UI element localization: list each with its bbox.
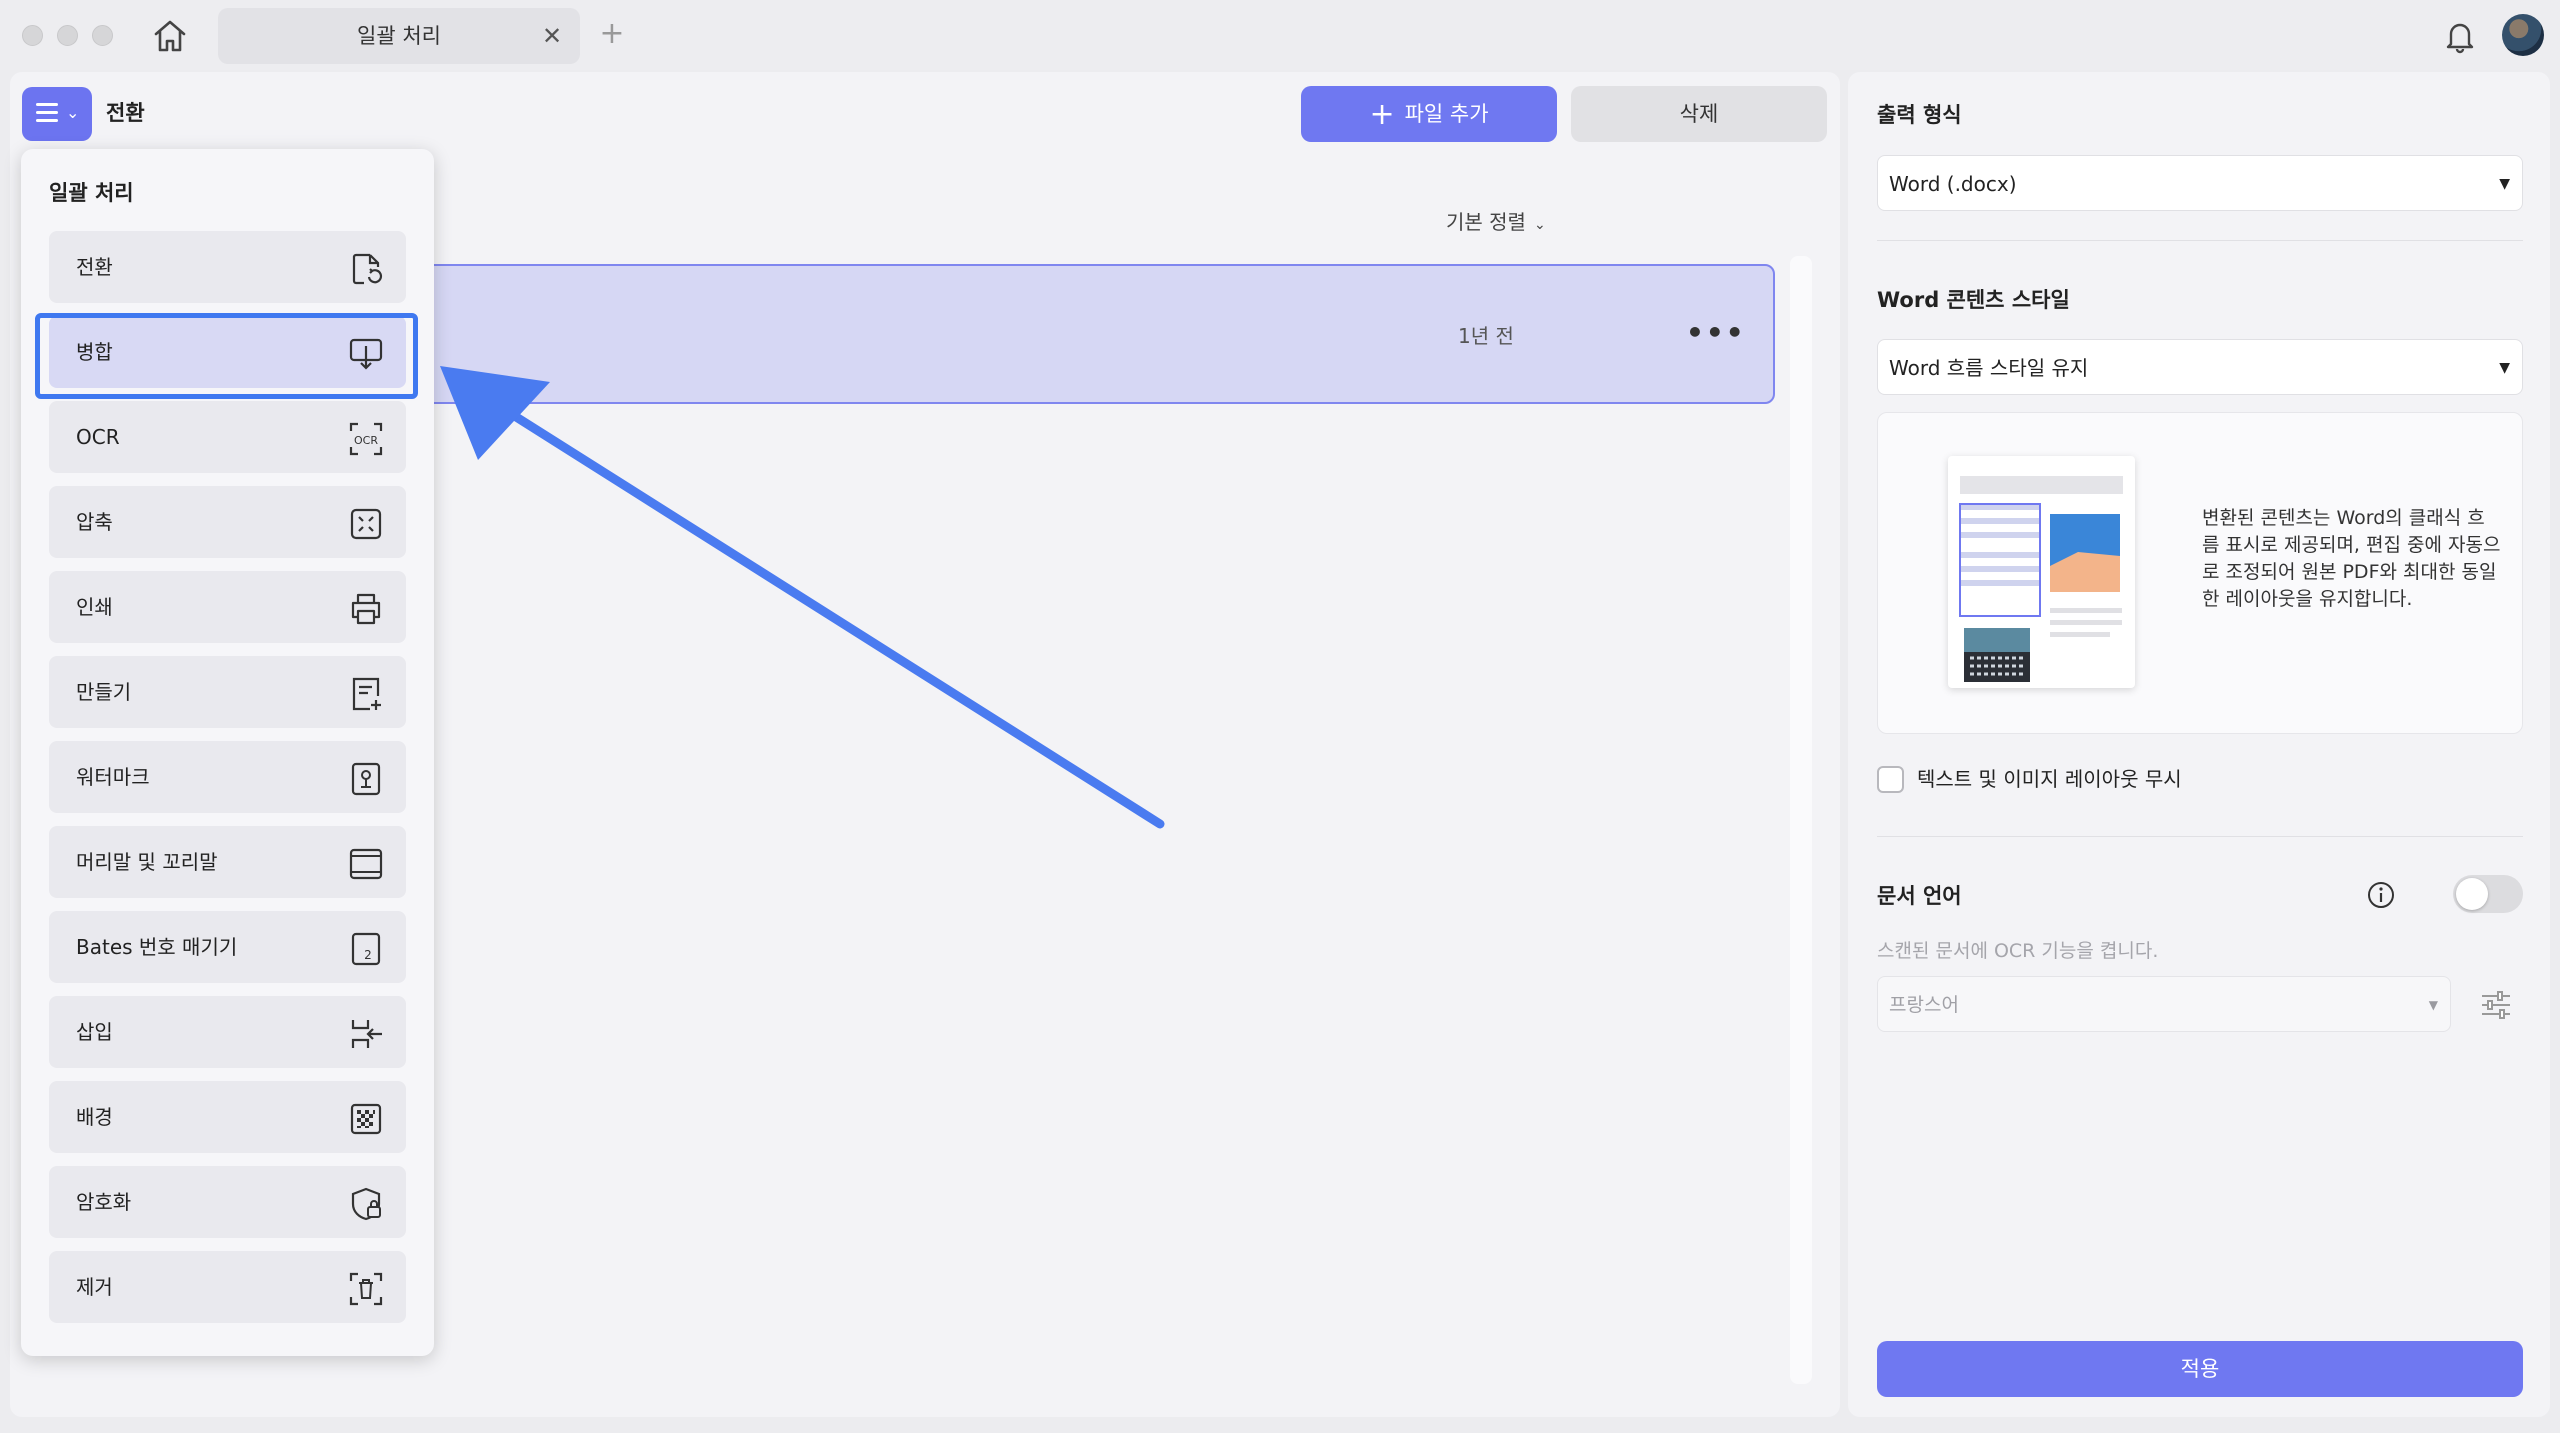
avatar[interactable] [2502,14,2544,56]
menu-item-label: 워터마크 [76,765,150,789]
menu-item-bates[interactable]: Bates 번호 매기기 2 [49,911,406,983]
window-close-button[interactable] [22,25,43,46]
doc-language-toggle[interactable] [2453,875,2523,913]
menu-item-label: 병합 [76,340,113,364]
menu-item-label: Bates 번호 매기기 [76,935,238,959]
insert-icon [348,1016,384,1052]
divider [1877,240,2523,241]
file-row[interactable] [420,264,1775,404]
bates-icon: 2 [348,931,384,967]
new-tab-button[interactable]: + [598,19,626,49]
window-zoom-button[interactable] [92,25,113,46]
menu-item-background[interactable]: 배경 [49,1081,406,1153]
settings-panel [1848,72,2550,1417]
menu-icon [36,103,58,123]
apply-button[interactable]: 적용 [1877,1341,2523,1397]
ignore-layout-checkbox[interactable] [1877,766,1904,793]
menu-title: 일괄 처리 [49,181,134,205]
menu-item-convert[interactable]: 전환 [49,231,406,303]
tab-close-icon[interactable]: ✕ [538,22,566,50]
tab-batch[interactable]: 일괄 처리 ✕ [218,8,580,64]
window-minimize-button[interactable] [57,25,78,46]
ignore-layout-label: 텍스트 및 이미지 레이아웃 무시 [1917,767,2182,791]
doc-language-heading: 문서 언어 [1877,884,1962,908]
batch-menu-dropdown: 일괄 처리 전환 병합 OCR OCR 압축 인쇄 만들기 워터마크 머리말 및… [21,149,434,1356]
menu-item-ocr[interactable]: OCR OCR [49,401,406,473]
menu-item-label: 배경 [76,1105,113,1129]
background-icon [348,1101,384,1137]
create-icon [348,676,384,712]
current-mode-label: 전환 [106,101,145,125]
sort-label: 기본 정렬 [1446,210,1526,234]
batch-menu-button[interactable]: ⌄ [22,87,92,141]
word-style-select[interactable]: Word 흐름 스타일 유지 ▼ [1877,339,2523,395]
menu-item-insert[interactable]: 삽입 [49,996,406,1068]
remove-icon [348,1271,384,1307]
tab-title: 일괄 처리 [357,24,441,48]
language-value: 프랑스어 [1889,994,1959,1016]
menu-item-remove[interactable]: 제거 [49,1251,406,1323]
ocr-icon: OCR [348,421,384,457]
compress-icon [348,506,384,542]
document-preview-image [1948,456,2135,688]
chevron-down-icon: ⌄ [66,103,80,122]
svg-text:OCR: OCR [354,434,378,447]
more-options-icon[interactable]: ••• [1686,316,1746,349]
file-modified-time: 1년 전 [1458,324,1514,348]
output-format-select[interactable]: Word (.docx) ▼ [1877,155,2523,211]
sort-dropdown[interactable]: 기본 정렬 ⌄ [1446,206,1546,235]
output-format-value: Word (.docx) [1889,172,2017,196]
menu-item-header-footer[interactable]: 머리말 및 꼬리말 [49,826,406,898]
menu-item-encrypt[interactable]: 암호화 [49,1166,406,1238]
menu-item-label: 인쇄 [76,595,113,619]
caret-down-icon: ▼ [2499,360,2510,376]
encrypt-icon [348,1186,384,1222]
add-file-button[interactable]: + 파일 추가 [1301,86,1557,142]
divider [1877,836,2523,837]
caret-down-icon: ▼ [2428,998,2438,1012]
chevron-down-icon: ⌄ [1533,217,1546,233]
sliders-icon[interactable] [2478,988,2514,1022]
merge-icon [348,336,384,372]
plus-icon: + [1369,97,1395,132]
home-icon[interactable] [150,18,190,54]
style-description: 변환된 콘텐츠는 Word의 클래식 흐름 표시로 제공되며, 편집 중에 자동… [2202,507,2501,610]
add-file-label: 파일 추가 [1404,102,1489,126]
caret-down-icon: ▼ [2499,176,2510,192]
scrollbar[interactable] [1790,256,1812,1384]
header-footer-icon [348,846,384,882]
print-icon [348,591,384,627]
menu-item-label: 암호화 [76,1190,132,1214]
word-style-value: Word 흐름 스타일 유지 [1889,356,2089,380]
title-bar: 일괄 처리 ✕ + [0,0,2560,70]
menu-item-label: 전환 [76,255,113,279]
toggle-knob [2456,878,2488,910]
menu-item-label: 제거 [76,1275,113,1299]
menu-item-print[interactable]: 인쇄 [49,571,406,643]
menu-item-merge[interactable]: 병합 [49,316,406,388]
info-icon[interactable] [2366,880,2396,910]
menu-item-create[interactable]: 만들기 [49,656,406,728]
watermark-icon [348,761,384,797]
menu-item-compress[interactable]: 압축 [49,486,406,558]
menu-item-label: 만들기 [76,680,132,704]
svg-text:2: 2 [364,948,372,962]
word-style-heading: Word 콘텐츠 스타일 [1877,288,2070,312]
menu-item-label: 삽입 [76,1020,113,1044]
output-format-heading: 출력 형식 [1877,103,1962,127]
menu-item-watermark[interactable]: 워터마크 [49,741,406,813]
language-select[interactable]: 프랑스어 ▼ [1877,976,2451,1032]
convert-icon [348,251,384,287]
notification-bell-icon[interactable] [2442,18,2478,54]
menu-item-label: 압축 [76,510,113,534]
menu-item-label: 머리말 및 꼬리말 [76,850,218,874]
ocr-hint-text: 스캔된 문서에 OCR 기능을 켭니다. [1877,940,2159,962]
menu-item-label: OCR [76,425,120,449]
delete-button[interactable]: 삭제 [1571,86,1827,142]
